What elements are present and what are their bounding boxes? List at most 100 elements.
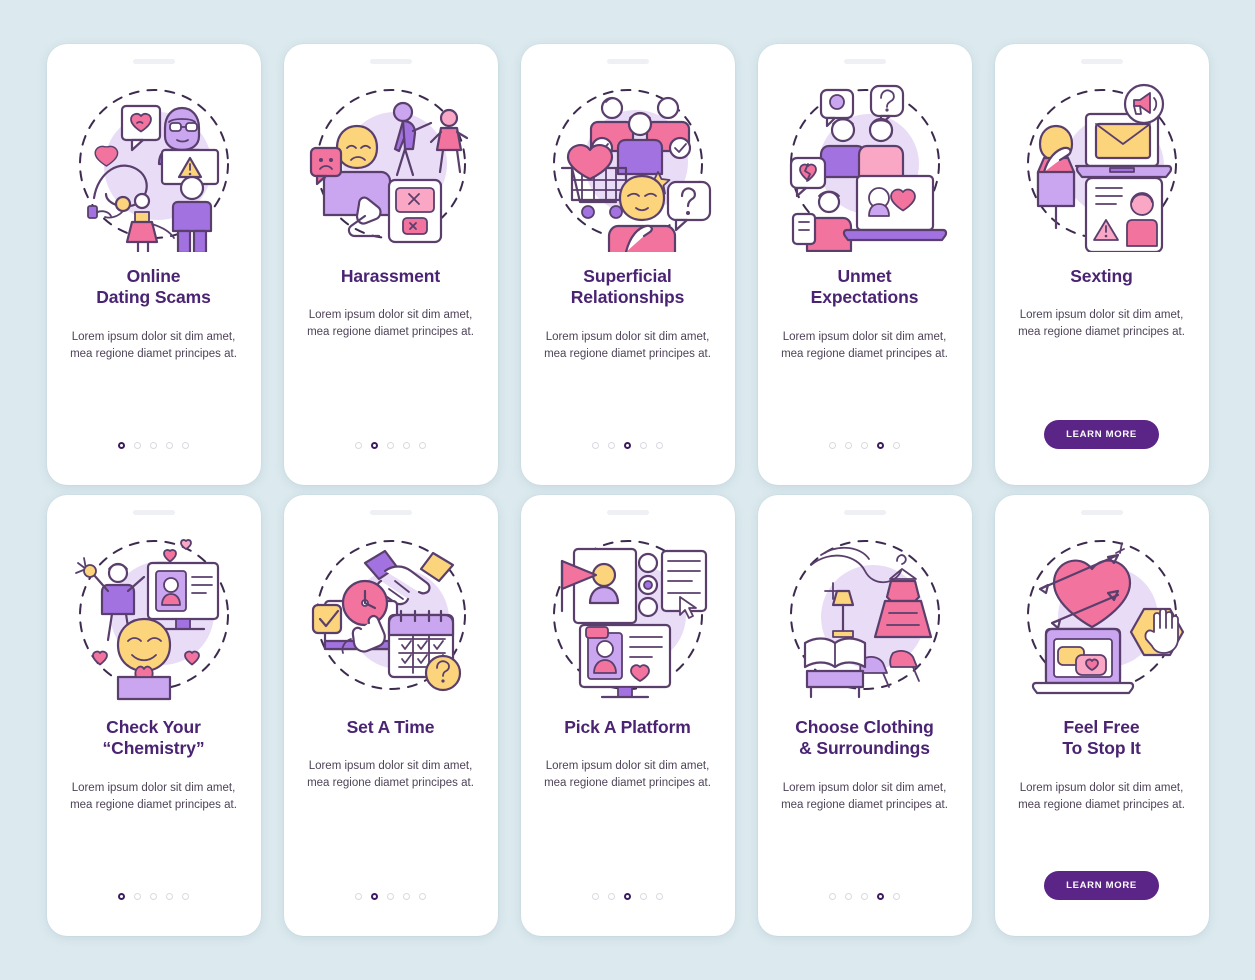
pagination-dot-4-active[interactable]: [877, 893, 884, 900]
screen-title-line: & Surroundings: [799, 738, 930, 759]
screen-title-line: Unmet: [837, 266, 892, 286]
sexting-illustration: [1014, 76, 1190, 252]
check-your-chemistry-illustration: [66, 527, 242, 703]
pagination-dot-5[interactable]: [182, 442, 189, 449]
learn-more-button[interactable]: LEARN MORE: [1044, 420, 1159, 449]
pagination-dot-1-active[interactable]: [118, 442, 125, 449]
phone-speaker-bar: [132, 510, 175, 515]
phone-screen-unmet-expectations: Unmet Expectations Lorem ipsum dolor sit d…: [757, 44, 972, 485]
screen-description: Lorem ipsum dolor sit dim amet, mea regi…: [544, 760, 711, 790]
pagination-dot-5[interactable]: [893, 893, 900, 900]
phone-speaker-bar: [132, 59, 175, 64]
pagination-dot-1[interactable]: [355, 893, 362, 900]
screen-title: Online Dating Scams: [86, 266, 221, 309]
screen-footer: [521, 442, 735, 449]
pagination-dot-1[interactable]: [829, 442, 836, 449]
screen-title-line: Online: [126, 266, 181, 286]
screen-title: Check Your “Chemistry”: [93, 717, 215, 760]
pagination-dots: [829, 442, 900, 449]
pagination-dot-3[interactable]: [150, 442, 157, 449]
pagination-dot-3-active[interactable]: [624, 893, 631, 900]
pagination-dot-4[interactable]: [640, 442, 647, 449]
screen-description: Lorem ipsum dolor sit dim amet, mea regi…: [1018, 781, 1185, 811]
screen-title-line: “Chemistry”: [102, 738, 205, 759]
screen-title-line: Expectations: [810, 287, 919, 308]
pagination-dot-2[interactable]: [134, 442, 141, 449]
pagination-dot-4[interactable]: [640, 893, 647, 900]
phone-screen-online-dating-scams: Online Dating Scams Lorem ipsum dolor sit …: [46, 44, 261, 485]
pagination-dot-2[interactable]: [134, 893, 141, 900]
screen-description: Lorem ipsum dolor sit dim amet, mea regi…: [781, 781, 948, 811]
pagination-dot-1[interactable]: [355, 442, 362, 449]
screen-title-line: Set A Time: [346, 717, 435, 737]
phone-screen-check-your-chemistry: Check Your “Chemistry” Lorem ipsum dolor s…: [46, 495, 261, 936]
screen-title-line: Pick A Platform: [564, 717, 691, 737]
pagination-dot-3[interactable]: [150, 893, 157, 900]
pagination-dot-4-active[interactable]: [877, 442, 884, 449]
screen-description: Lorem ipsum dolor sit dim amet, mea regi…: [307, 760, 474, 790]
pagination-dot-5[interactable]: [656, 442, 663, 449]
pagination-dot-2[interactable]: [608, 442, 615, 449]
pagination-dot-4[interactable]: [403, 893, 410, 900]
choose-clothing-illustration: [777, 527, 953, 703]
pagination-dot-5[interactable]: [893, 442, 900, 449]
phone-speaker-bar: [1080, 510, 1123, 515]
pagination-dots: [592, 442, 663, 449]
screen-description: Lorem ipsum dolor sit dim amet, mea regi…: [307, 309, 474, 339]
screen-title-line: Harassment: [340, 266, 441, 286]
screen-footer: [47, 442, 261, 449]
screen-footer: [284, 442, 498, 449]
pagination-dot-2[interactable]: [845, 893, 852, 900]
screen-title-line: Sexting: [1070, 266, 1133, 286]
pagination-dot-5[interactable]: [182, 893, 189, 900]
screen-title-line: Dating Scams: [96, 287, 211, 308]
pagination-dot-3-active[interactable]: [624, 442, 631, 449]
pagination-dot-1[interactable]: [592, 442, 599, 449]
phone-screen-set-a-time: Set A Time Lorem ipsum dolor sit dim amet…: [283, 495, 498, 936]
phone-screen-pick-a-platform: Pick A Platform Lorem ipsum dolor sit dim…: [520, 495, 735, 936]
screen-title-line: Relationships: [570, 287, 685, 308]
phone-speaker-bar: [369, 59, 412, 64]
screen-title-line: Superficial: [583, 266, 672, 286]
pagination-dot-4[interactable]: [403, 442, 410, 449]
pagination-dots: [118, 442, 189, 449]
pagination-dot-2-active[interactable]: [371, 893, 378, 900]
pagination-dot-5[interactable]: [419, 893, 426, 900]
screen-footer: LEARN MORE: [995, 420, 1209, 449]
screen-footer: [521, 893, 735, 900]
pagination-dot-4[interactable]: [166, 893, 173, 900]
screen-title: Choose Clothing & Surroundings: [785, 717, 943, 760]
pagination-dot-5[interactable]: [419, 442, 426, 449]
screen-title: Unmet Expectations: [801, 266, 929, 309]
screen-description: Lorem ipsum dolor sit dim amet, mea regi…: [70, 781, 237, 811]
screen-title: Superficial Relationships: [561, 266, 694, 309]
pagination-dot-2[interactable]: [608, 893, 615, 900]
pagination-dot-4[interactable]: [166, 442, 173, 449]
pagination-dot-5[interactable]: [656, 893, 663, 900]
pagination-dot-3[interactable]: [387, 893, 394, 900]
pagination-dot-1[interactable]: [592, 893, 599, 900]
pagination-dot-1-active[interactable]: [118, 893, 125, 900]
pagination-dot-3[interactable]: [861, 442, 868, 449]
phone-speaker-bar: [369, 510, 412, 515]
pagination-dot-3[interactable]: [387, 442, 394, 449]
pagination-dots: [355, 893, 426, 900]
screen-title-line: Feel Free: [1063, 717, 1140, 737]
online-dating-scams-illustration: [66, 76, 242, 252]
screen-footer: [758, 442, 972, 449]
pagination-dot-2-active[interactable]: [371, 442, 378, 449]
learn-more-button[interactable]: LEARN MORE: [1044, 871, 1159, 900]
screen-title-line: Check Your: [106, 717, 201, 737]
pick-a-platform-illustration: [540, 527, 716, 703]
harassment-illustration: [303, 76, 479, 252]
set-a-time-illustration: [303, 527, 479, 703]
screen-title: Feel Free To Stop It: [1052, 717, 1150, 760]
pagination-dots: [355, 442, 426, 449]
pagination-dot-1[interactable]: [829, 893, 836, 900]
pagination-dot-2[interactable]: [845, 442, 852, 449]
screen-footer: [758, 893, 972, 900]
screen-title-line: Choose Clothing: [795, 717, 934, 737]
pagination-dot-3[interactable]: [861, 893, 868, 900]
phone-speaker-bar: [606, 59, 649, 64]
screen-description: Lorem ipsum dolor sit dim amet, mea regi…: [1018, 309, 1185, 339]
